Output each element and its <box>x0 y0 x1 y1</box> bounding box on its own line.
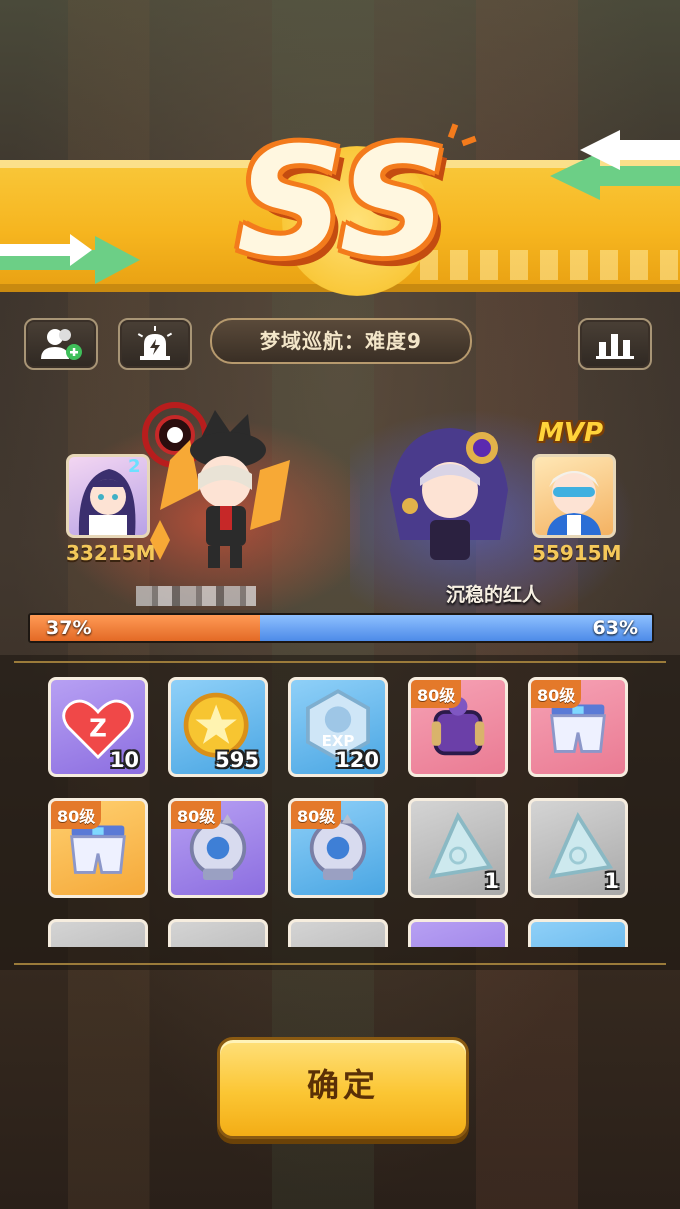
battle-summary: 2 33215M MVP 55915M 沉稳的红人 <box>0 370 680 620</box>
reward-item[interactable]: 80级 <box>408 677 508 777</box>
report-button[interactable] <box>118 318 192 370</box>
bar-chart-icon <box>596 334 634 359</box>
item-quantity: 1 <box>604 869 619 893</box>
reward-grid[interactable]: Z 10 595 EXP 120 80级 80级 80级 80级 80级 1 1 <box>48 677 638 947</box>
panel-top-divider <box>14 661 666 663</box>
grade-emblem: SS <box>222 116 462 296</box>
reward-item[interactable]: 1 <box>528 798 628 898</box>
reward-item[interactable]: 80级 <box>288 798 388 898</box>
add-friend-icon <box>41 329 82 360</box>
confirm-button[interactable]: 确定 <box>217 1037 469 1139</box>
right-player-name: 沉稳的红人 <box>446 584 542 606</box>
right-player-score: 55915M <box>532 541 622 565</box>
item-level-badge: 80级 <box>531 680 582 708</box>
right-player-avatar[interactable] <box>532 454 616 538</box>
item-quantity: 1 <box>484 869 499 893</box>
left-arrow-icon <box>0 234 140 284</box>
mvp-badge: MVP <box>538 418 604 448</box>
reward-item[interactable]: 80级 <box>168 798 268 898</box>
item-level-badge: 80级 <box>51 801 102 829</box>
reward-item[interactable]: 80级 <box>528 677 628 777</box>
item-level-badge: 80级 <box>171 801 222 829</box>
reward-item[interactable]: 1 <box>408 798 508 898</box>
item-quantity: 595 <box>215 748 259 772</box>
add-friend-button[interactable] <box>24 318 98 370</box>
item-level-badge: 80级 <box>411 680 462 708</box>
right-share-label: 63% <box>592 617 638 639</box>
reward-item-partial[interactable] <box>528 919 628 947</box>
alarm-light-icon <box>137 326 173 360</box>
item-quantity: 120 <box>335 748 379 772</box>
reward-item-partial[interactable] <box>408 919 508 947</box>
reward-item-partial[interactable] <box>168 919 268 947</box>
reward-item[interactable]: 595 <box>168 677 268 777</box>
damage-share-bar: 37% 63% <box>28 613 654 643</box>
item-level-badge: 80级 <box>291 801 342 829</box>
panel-bottom-divider <box>14 963 666 965</box>
left-share-label: 37% <box>46 617 92 639</box>
grade-text: SS <box>236 116 448 290</box>
reward-item-partial[interactable] <box>288 919 388 947</box>
right-arrow-icon <box>550 130 680 200</box>
left-player-name-censored <box>136 586 256 606</box>
reward-item[interactable]: Z 10 <box>48 677 148 777</box>
avatar-image <box>547 471 601 535</box>
stats-button[interactable] <box>578 318 652 370</box>
reward-item-partial[interactable] <box>48 919 148 947</box>
left-hero-sprite <box>142 402 290 568</box>
svg-text:Z: Z <box>89 713 107 742</box>
item-quantity: 10 <box>109 748 139 772</box>
reward-item[interactable]: EXP 120 <box>288 677 388 777</box>
right-hero-sprite <box>390 428 508 560</box>
stage-title: 梦域巡航：难度9 <box>210 318 472 364</box>
reward-item[interactable]: 80级 <box>48 798 148 898</box>
